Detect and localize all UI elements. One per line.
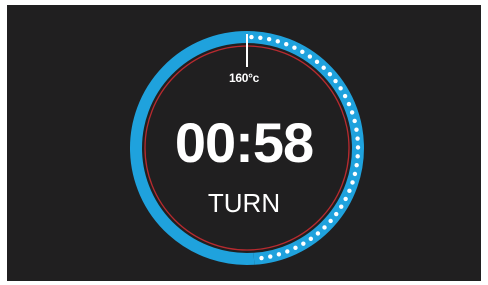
progress-dot bbox=[300, 49, 305, 54]
progress-dot bbox=[307, 54, 313, 59]
progress-dot bbox=[350, 180, 355, 185]
timer-screen: 160°c 00:58 TURN bbox=[7, 5, 481, 281]
progress-dot bbox=[292, 45, 297, 50]
temperature-label: 160°c bbox=[229, 71, 259, 85]
time-remaining: 00:58 bbox=[174, 111, 314, 174]
progress-dot bbox=[275, 39, 280, 44]
progress-dot bbox=[328, 218, 333, 224]
progress-dot bbox=[293, 245, 298, 251]
progress-dot bbox=[259, 255, 264, 261]
progress-dot bbox=[315, 231, 321, 236]
progress-dot bbox=[266, 37, 272, 42]
progress-dot bbox=[321, 65, 326, 70]
progress-dot bbox=[322, 225, 327, 230]
progress-dot bbox=[301, 241, 306, 246]
progress-dot bbox=[314, 59, 320, 65]
progress-dot bbox=[346, 101, 352, 107]
progress-dot bbox=[249, 34, 254, 40]
progress-dot bbox=[285, 249, 290, 254]
progress-dot bbox=[268, 254, 273, 259]
status-label: TURN bbox=[207, 188, 281, 218]
progress-dot bbox=[276, 252, 282, 257]
progress-dot bbox=[308, 236, 314, 242]
progress-dot bbox=[284, 41, 289, 47]
progress-dot bbox=[338, 86, 343, 91]
progress-dot bbox=[342, 93, 348, 99]
progress-dot bbox=[258, 35, 263, 40]
